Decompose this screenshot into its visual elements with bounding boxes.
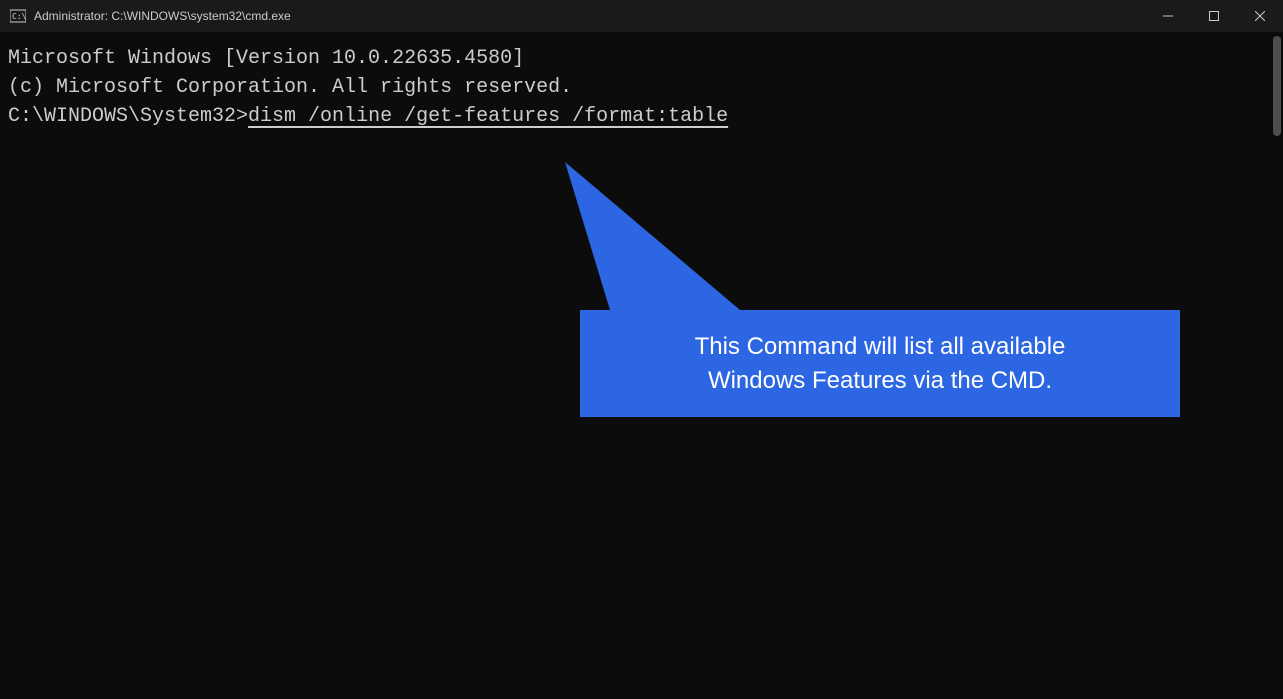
window-title: Administrator: C:\WINDOWS\system32\cmd.e… [34, 9, 291, 23]
terminal-output[interactable]: Microsoft Windows [Version 10.0.22635.45… [0, 32, 1283, 143]
version-line: Microsoft Windows [Version 10.0.22635.45… [8, 44, 1275, 73]
command-text: dism /online /get-features /format:table [248, 102, 728, 131]
callout-text-line2: Windows Features via the CMD. [610, 364, 1150, 398]
prompt-text: C:\WINDOWS\System32> [8, 102, 248, 131]
callout-arrow-icon [370, 150, 870, 350]
callout-text-line1: This Command will list all available [610, 330, 1150, 364]
scrollbar-thumb[interactable] [1273, 36, 1281, 136]
maximize-button[interactable] [1191, 0, 1237, 32]
window-controls [1145, 0, 1283, 32]
titlebar[interactable]: C:\ Administrator: C:\WINDOWS\system32\c… [0, 0, 1283, 32]
minimize-button[interactable] [1145, 0, 1191, 32]
copyright-line: (c) Microsoft Corporation. All rights re… [8, 73, 1275, 102]
close-button[interactable] [1237, 0, 1283, 32]
prompt-line: C:\WINDOWS\System32>dism /online /get-fe… [8, 102, 1275, 131]
svg-text:C:\: C:\ [12, 12, 26, 21]
callout-box: This Command will list all available Win… [580, 310, 1180, 417]
cmd-icon: C:\ [10, 8, 26, 24]
